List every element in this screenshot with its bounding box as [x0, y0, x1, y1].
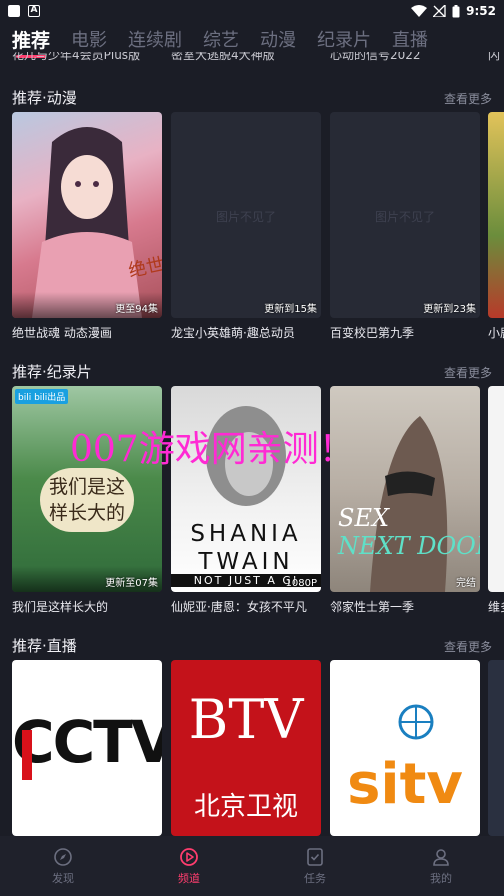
card-title: 仙妮亚·唐恩：女孩不平凡 [171, 600, 307, 614]
notification-icon [8, 5, 20, 17]
see-more-link[interactable]: 查看更多 [444, 638, 492, 655]
wifi-icon [411, 5, 428, 17]
video-card[interactable]: 绝世 更至94集 绝世战魂 动态漫画 [12, 112, 162, 341]
nav-label: 我的 [430, 871, 452, 885]
video-card[interactable]: 图片不见了 更新到15集 龙宝小英雄萌·趣总动员 [171, 112, 321, 341]
list-item[interactable]: 闪 [488, 52, 500, 63]
no-signal-icon [433, 5, 446, 17]
clock: 9:52 [466, 4, 496, 18]
section-title: 推荐·动漫 [12, 89, 77, 107]
poster-image [488, 386, 504, 592]
status-bar: A 9:52 [0, 0, 504, 22]
tab-anime[interactable]: 动漫 [260, 26, 296, 52]
tab-documentary[interactable]: 纪录片 [317, 26, 371, 52]
nav-label: 频道 [178, 871, 200, 885]
nav-profile[interactable]: 我的 [378, 836, 504, 896]
bottom-nav: 发现 频道 任务 我的 [0, 836, 504, 896]
battery-icon [452, 4, 460, 17]
previous-row-titles: 花儿与少年4会员Plus版 密室大逃脱4大神版 心动的信号2022 闪 [0, 52, 504, 64]
poster-image: bili bili出品 我们是这样长大的 更新至07集 [12, 386, 162, 592]
sitv-logo: sitv [347, 752, 463, 817]
tab-series[interactable]: 连续剧 [128, 26, 182, 52]
app-notification-icon: A [28, 5, 40, 17]
bilibili-tag: bili bili出品 [15, 389, 69, 404]
quality-badge: 1080P [285, 578, 317, 589]
video-card[interactable]: 维多 [488, 386, 504, 615]
section-documentary: 推荐·纪录片 查看更多 bili bili出品 我们是这样长大的 更新至07集 … [0, 359, 504, 614]
list-item[interactable]: 心动的信号2022 [330, 52, 421, 63]
tab-movie[interactable]: 电影 [71, 26, 107, 52]
list-item[interactable]: 密室大逃脱4大神版 [171, 52, 275, 63]
card-title: 邻家性士第一季 [330, 600, 415, 614]
poster-image: 图片不见了 更新到23集 [330, 112, 480, 318]
section-anime: 推荐·动漫 查看更多 绝世 更至94集 绝世战魂 动态漫画 图片不见了 更新到1… [0, 85, 504, 340]
see-more-link[interactable]: 查看更多 [444, 90, 492, 107]
cctv-red-stripe [22, 730, 32, 780]
video-card[interactable]: 图片不见了 更新到23集 百变校巴第九季 [330, 112, 480, 341]
missing-image-text: 图片不见了 [374, 210, 435, 224]
poster-subtitle: NEXT DOOR [338, 532, 480, 560]
nav-tasks[interactable]: 任务 [252, 836, 378, 896]
card-row: 绝世 更至94集 绝世战魂 动态漫画 图片不见了 更新到15集 龙宝小英雄萌·趣… [0, 112, 504, 352]
poster-image: 图片不见了 更新到15集 [171, 112, 321, 318]
episode-badge: 更新到15集 [264, 304, 317, 315]
poster-image: SEX NEXT DOOR 完结 [330, 386, 480, 592]
poster-image: 绝世 更至94集 [12, 112, 162, 318]
tab-variety[interactable]: 综艺 [203, 26, 239, 52]
channel-logo [488, 660, 504, 836]
card-title: 龙宝小英雄萌·趣总动员 [171, 326, 295, 340]
category-tabs: 推荐 电影 连续剧 综艺 动漫 纪录片 直播 [0, 22, 504, 58]
play-icon [180, 847, 198, 866]
channel-card[interactable] [488, 660, 504, 836]
see-more-link[interactable]: 查看更多 [444, 364, 492, 381]
tab-recommend[interactable]: 推荐 [12, 26, 50, 58]
section-title: 推荐·直播 [12, 637, 77, 655]
nav-label: 发现 [52, 871, 74, 885]
poster-title: 我们是这样长大的 [40, 468, 134, 532]
channel-card[interactable]: CCTV [12, 660, 162, 836]
user-icon [433, 848, 449, 866]
poster-image: SHANIA TWAIN NOT JUST A GI 1080P [171, 386, 321, 592]
episode-badge: 更至94集 [115, 304, 158, 315]
btv-logo: BTV [188, 688, 304, 751]
episode-badge: 更新到23集 [423, 304, 476, 315]
video-card[interactable]: SHANIA TWAIN NOT JUST A GI 1080P 仙妮亚·唐恩：… [171, 386, 321, 615]
figure-illustration [370, 416, 448, 592]
poster-title: SEX [338, 504, 390, 532]
video-card[interactable]: SEX NEXT DOOR 完结 邻家性士第一季 [330, 386, 480, 615]
poster-title: SHANIA TWAIN [190, 521, 302, 575]
card-title: 维多 [488, 600, 504, 614]
video-card[interactable]: bili bili出品 我们是这样长大的 更新至07集 我们是这样长大的 [12, 386, 162, 615]
tab-live[interactable]: 直播 [392, 26, 428, 52]
card-row: CCTV BTV 北京卫视 sitv [0, 660, 504, 836]
section-live: 推荐·直播 查看更多 CCTV BTV 北京卫视 sitv [0, 633, 504, 836]
card-title: 百变校巴第九季 [330, 326, 415, 340]
nav-channel[interactable]: 频道 [126, 836, 252, 896]
list-item[interactable]: 花儿与少年4会员Plus版 [12, 52, 140, 63]
episode-badge: 更新至07集 [105, 578, 158, 589]
card-title: 小鹿 [488, 326, 504, 340]
channel-logo: BTV 北京卫视 [171, 660, 321, 836]
status-badge: 完结 [456, 578, 476, 589]
compass-icon [54, 847, 72, 866]
channel-logo: CCTV [12, 660, 162, 836]
btv-channel-name: 北京卫视 [193, 792, 298, 822]
channel-card[interactable]: BTV 北京卫视 [171, 660, 321, 836]
video-card[interactable]: 小鹿 [488, 112, 504, 341]
poster-image [488, 112, 504, 318]
nav-label: 任务 [304, 871, 326, 885]
task-icon [307, 847, 323, 866]
cctv-logo: CCTV [12, 708, 162, 776]
card-title: 绝世战魂 动态漫画 [12, 326, 112, 340]
channel-logo: sitv [330, 660, 480, 836]
card-title: 我们是这样长大的 [12, 600, 109, 614]
missing-image-text: 图片不见了 [215, 210, 276, 224]
nav-discover[interactable]: 发现 [0, 836, 126, 896]
card-row: bili bili出品 我们是这样长大的 更新至07集 我们是这样长大的 SHA… [0, 386, 504, 626]
anime-girl-illustration: 绝世 [32, 127, 162, 318]
section-title: 推荐·纪录片 [12, 363, 92, 381]
channel-card[interactable]: sitv [330, 660, 480, 836]
